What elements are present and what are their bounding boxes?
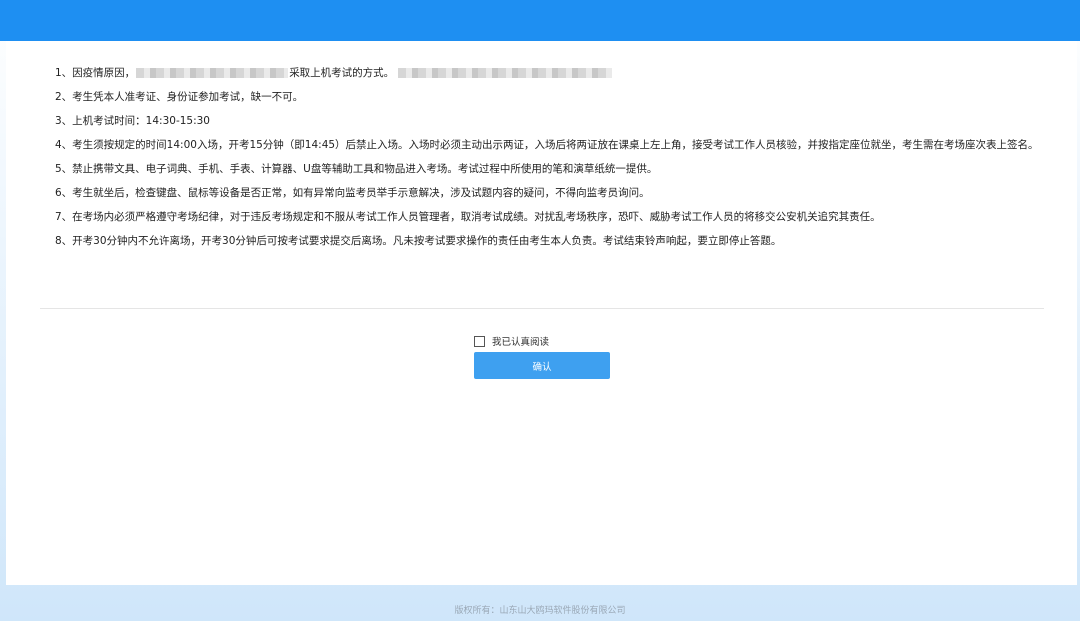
top-bar (0, 0, 1080, 41)
notice-item-1-text-start: 1、因疫情原因， (55, 67, 136, 79)
agree-checkbox[interactable] (474, 335, 485, 347)
notice-item-5: 5、禁止携带文具、电子词典、手机、手表、计算器、U盘等辅助工具和物品进入考场。考… (55, 163, 658, 175)
notice-panel: 1、因疫情原因， 采取上机考试的方式。 2、考生凭本人准考证、身份证参加考试，缺一… (6, 41, 1077, 585)
notice-item-7: 7、在考场内必须严格遵守考场纪律，对于违反考场规定和不服从考试工作人员管理者，取… (55, 211, 881, 223)
divider (40, 308, 1044, 309)
notice-item-3: 3、上机考试时间：14:30-15:30 (55, 115, 210, 127)
notice-item-6: 6、考生就坐后，检查键盘、鼠标等设备是否正常，如有异常向监考员举手示意解决，涉及… (55, 187, 650, 199)
copyright-footer: 版权所有：山东山大鸥玛软件股份有限公司 (454, 606, 626, 616)
agree-label[interactable]: 我已认真阅读 (492, 334, 549, 348)
notice-item-1: 1、因疫情原因， 采取上机考试的方式。 (55, 67, 1055, 80)
confirm-button[interactable]: 确认 (474, 352, 610, 379)
notice-item-1-text-end: 采取上机考试的方式。 (289, 67, 395, 79)
redacted-text (136, 68, 289, 78)
exam-notice-list: 1、因疫情原因， 采取上机考试的方式。 2、考生凭本人准考证、身份证参加考试，缺一… (55, 67, 1055, 259)
agree-row[interactable]: 我已认真阅读 (474, 334, 549, 348)
notice-item-4: 4、考生须按规定的时间14:00入场，开考15分钟（即14:45）后禁止入场。入… (55, 139, 1039, 151)
notice-item-2: 2、考生凭本人准考证、身份证参加考试，缺一不可。 (55, 91, 304, 103)
notice-item-8: 8、开考30分钟内不允许离场，开考30分钟后可按考试要求提交后离场。凡未按考试要… (55, 235, 782, 247)
redacted-text (398, 68, 613, 78)
